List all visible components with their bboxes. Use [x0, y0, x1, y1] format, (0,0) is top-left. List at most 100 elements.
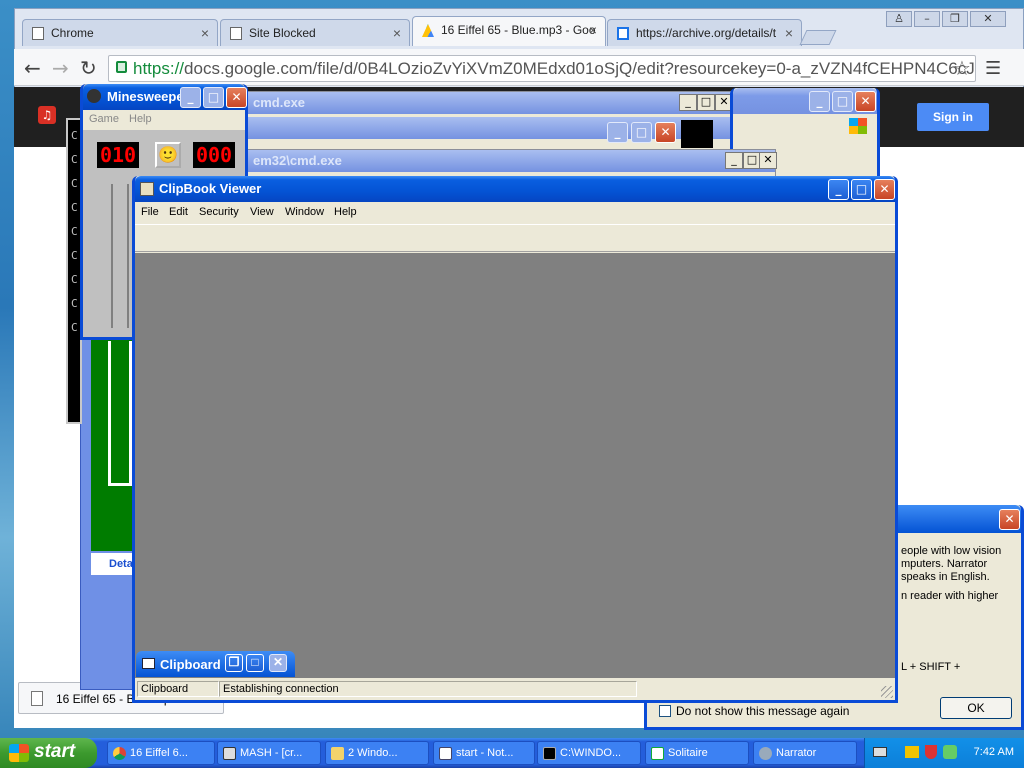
tab-eiffel-blue[interactable]: 16 Eiffel 65 - Blue.mp3 - Goo × — [412, 16, 606, 46]
minimize-button[interactable]: _ — [607, 122, 628, 143]
back-icon[interactable]: ← — [24, 56, 41, 80]
clipbook-title: ClipBook Viewer — [135, 176, 895, 202]
url-scheme: https:// — [133, 59, 185, 78]
close-button[interactable]: ✕ — [855, 91, 876, 112]
narrator-message: eople with low vision mputers. Narrator … — [901, 545, 1023, 674]
headphones-icon: ♫ — [38, 106, 56, 124]
minimize-button[interactable]: _ — [725, 152, 743, 169]
taskbar-label: start - Not... — [456, 747, 514, 759]
page-icon — [230, 27, 242, 40]
maximize-button[interactable]: □ — [246, 654, 264, 672]
close-button[interactable]: ✕ — [655, 122, 676, 143]
menu-help[interactable]: Help — [334, 206, 357, 218]
tab-label: Chrome — [51, 26, 94, 40]
dont-show-checkbox[interactable]: Do not show this message again — [659, 704, 849, 718]
notepad-icon — [439, 747, 452, 760]
menu-window[interactable]: Window — [285, 206, 324, 218]
maximize-button[interactable]: ❐ — [942, 11, 968, 27]
clipboard-icon — [142, 658, 155, 669]
user-icon[interactable]: ♙ — [886, 11, 912, 27]
checkbox-label: Do not show this message again — [676, 704, 850, 718]
clipboard-label: Clipboard — [160, 657, 221, 672]
menu-security[interactable]: Security — [199, 206, 239, 218]
sign-in-button[interactable]: Sign in — [917, 103, 989, 131]
reload-icon[interactable]: ↻ — [80, 56, 97, 80]
minimize-button[interactable]: _ — [679, 94, 697, 111]
close-icon[interactable]: × — [393, 25, 401, 41]
tab-chrome[interactable]: Chrome × — [22, 19, 218, 46]
taskbar-item-cmd[interactable]: C:\WINDO... — [537, 741, 641, 765]
cmd-window-2: em32\cmd.exe _ □ ✕ — [246, 149, 777, 179]
lock-icon[interactable] — [116, 61, 127, 73]
menu-file[interactable]: File — [141, 206, 159, 218]
taskbar-item-chrome[interactable]: 16 Eiffel 6... — [107, 741, 215, 765]
taskbar-item-solitaire[interactable]: Solitaire — [645, 741, 749, 765]
menu-game[interactable]: Game — [89, 113, 119, 125]
tab-archive[interactable]: https://archive.org/details/t × — [607, 19, 802, 46]
taskbar-item-windows[interactable]: 2 Windo... — [325, 741, 429, 765]
tab-site-blocked[interactable]: Site Blocked × — [220, 19, 410, 46]
close-icon[interactable]: × — [201, 25, 209, 41]
google-drive-icon — [422, 24, 434, 37]
network-icon[interactable] — [905, 746, 919, 758]
folder-icon — [331, 747, 344, 760]
tab-label: https://archive.org/details/t — [636, 26, 777, 40]
maximize-button[interactable]: □ — [851, 179, 872, 200]
shield-icon[interactable] — [925, 745, 937, 759]
page-icon — [32, 27, 44, 40]
clipboard-minimized-window[interactable]: Clipboard ❐ □ ✕ — [136, 651, 295, 677]
minimize-button[interactable]: _ — [809, 91, 830, 112]
close-button[interactable]: ✕ — [874, 179, 895, 200]
menu-view[interactable]: View — [250, 206, 274, 218]
close-button[interactable]: ✕ — [999, 509, 1020, 530]
clipbook-client-area[interactable] — [135, 253, 895, 678]
taskbar-item-mash[interactable]: MASH - [cr... — [217, 741, 321, 765]
system-tray: 7:42 AM — [864, 738, 1024, 768]
mine-field[interactable] — [97, 184, 137, 328]
taskbar-label: 16 Eiffel 6... — [130, 747, 188, 759]
keyboard-icon[interactable] — [873, 747, 887, 757]
taskbar-label: 2 Windo... — [348, 747, 398, 759]
menu-help[interactable]: Help — [129, 113, 152, 125]
forward-icon[interactable]: → — [52, 56, 69, 80]
close-icon[interactable]: × — [785, 25, 793, 41]
ok-button[interactable]: OK — [940, 697, 1012, 719]
message-line: speaks in English. — [901, 571, 990, 583]
cmd-window-1: cmd.exe _ □ ✕ _ □ ✕ — [246, 91, 733, 151]
mine-icon — [87, 89, 101, 103]
status-pane-right: Establishing connection — [219, 681, 637, 697]
console-text: CCCCCCCCC — [71, 129, 78, 334]
close-button[interactable]: ✕ — [759, 152, 777, 169]
mine-counter: 010 — [97, 142, 139, 168]
minimize-button[interactable]: _ — [828, 179, 849, 200]
menu-icon[interactable]: ☰ — [985, 58, 1001, 79]
close-button[interactable]: ✕ — [226, 87, 247, 108]
restore-button[interactable]: ❐ — [225, 654, 243, 672]
close-icon[interactable]: × — [589, 22, 597, 38]
windows-flag-icon — [849, 118, 867, 134]
close-button[interactable]: ✕ — [269, 654, 287, 672]
message-line: eople with low vision — [901, 545, 1002, 557]
checkbox[interactable] — [659, 705, 671, 717]
maximize-button[interactable]: □ — [697, 94, 715, 111]
security-icon[interactable] — [943, 745, 957, 759]
maximize-button[interactable]: □ — [832, 91, 853, 112]
address-bar[interactable]: https://docs.google.com/file/d/0B4LOzioZ… — [108, 55, 976, 82]
archive-icon — [617, 27, 629, 40]
minimize-button[interactable]: – — [914, 11, 940, 27]
star-icon[interactable]: ☆ — [953, 56, 971, 80]
card-slot — [108, 341, 132, 486]
smiley-button[interactable]: 🙂 — [155, 142, 181, 168]
taskbar-item-narrator[interactable]: Narrator — [753, 741, 857, 765]
narrator-icon — [759, 747, 772, 760]
close-button[interactable]: ✕ — [970, 11, 1006, 27]
url-text: docs.google.com/file/d/0B4LOzioZvYiXVmZ0… — [184, 59, 976, 78]
taskbar-item-notepad[interactable]: start - Not... — [433, 741, 535, 765]
resize-grip-icon[interactable] — [881, 686, 893, 698]
maximize-button[interactable]: □ — [203, 87, 224, 108]
minimize-button[interactable]: _ — [180, 87, 201, 108]
windows-flag-icon — [9, 744, 29, 762]
maximize-button[interactable]: □ — [631, 122, 652, 143]
menu-edit[interactable]: Edit — [169, 206, 188, 218]
status-bar: Clipboard Establishing connection — [135, 678, 895, 700]
